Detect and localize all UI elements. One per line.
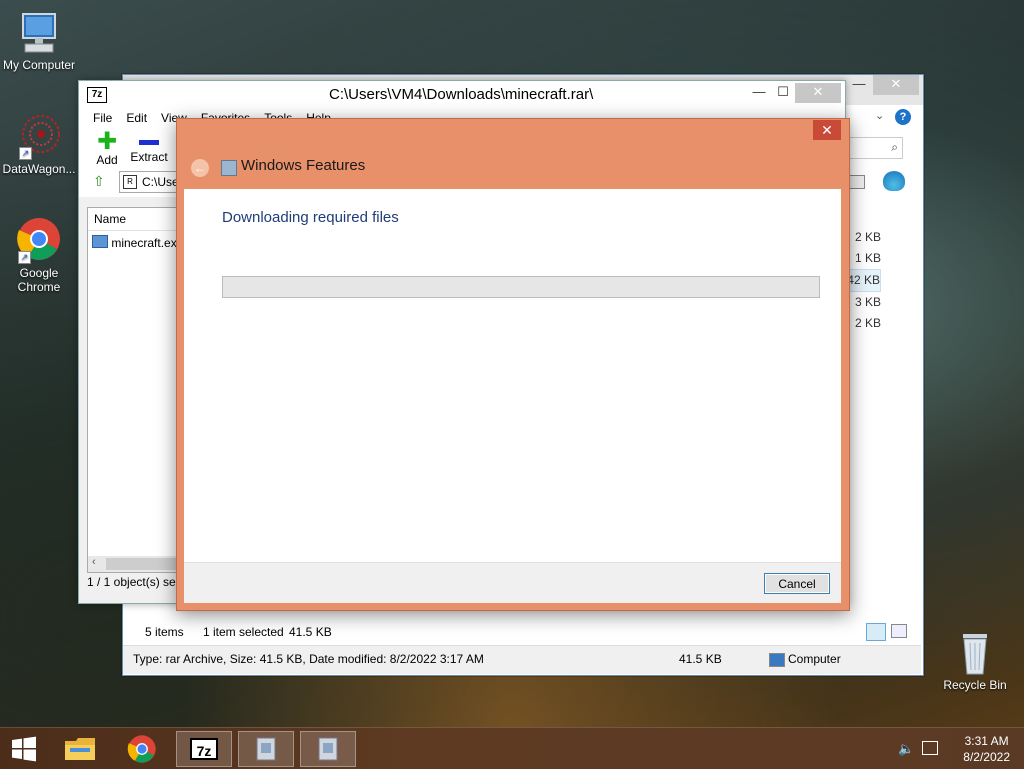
taskbar: 7z 🔈 3:31 AM 8/2/2022 — [0, 727, 1024, 769]
desktop-icon-label: Google Chrome — [17, 266, 61, 294]
dialog-header: ← Windows Features — [177, 141, 849, 189]
tiles-view-button[interactable] — [891, 624, 907, 638]
datawagon-icon: ↗ — [17, 112, 61, 160]
start-button[interactable] — [0, 731, 48, 767]
7zip-file-list[interactable]: Name minecraft.ex ‹ — [87, 207, 187, 573]
selected-size: 41.5 KB — [289, 625, 332, 639]
desktop-icon-label: DataWagon... — [2, 162, 76, 176]
windows-features-icon — [221, 160, 237, 176]
up-folder-icon[interactable]: ⇧ — [93, 173, 109, 189]
selected-count: 1 item selected — [203, 625, 284, 639]
desktop-icon-label: My Computer — [2, 58, 76, 72]
clock-time: 3:31 AM — [964, 734, 1009, 748]
extract-label: Extract — [130, 150, 168, 164]
chevron-down-icon[interactable]: ⌄ — [875, 109, 884, 122]
archive-icon: R — [123, 175, 137, 189]
address-input[interactable]: R C:\Use — [119, 171, 181, 193]
taskbar-7zip[interactable]: 7z — [176, 731, 232, 767]
desktop-icon-recycle-bin[interactable]: Recycle Bin — [937, 630, 1013, 692]
dialog-close-button[interactable]: ✕ — [813, 120, 841, 140]
shell-icon — [883, 171, 905, 191]
add-button[interactable]: ✚ Add — [93, 128, 121, 168]
dialog-body: Downloading required files — [184, 189, 841, 562]
list-item[interactable]: minecraft.ex — [88, 231, 186, 254]
computer-small-icon — [769, 653, 785, 667]
taskbar-setup-1[interactable] — [238, 731, 294, 767]
file-name: minecraft.ex — [111, 236, 177, 250]
download-heading: Downloading required files — [222, 209, 399, 226]
search-icon: ⌕ — [891, 140, 898, 154]
clock-date: 8/2/2022 — [963, 750, 1010, 764]
maximize-button[interactable]: ☐ — [769, 83, 797, 103]
windows-logo-icon — [12, 736, 36, 762]
folder-icon — [65, 738, 95, 760]
chrome-icon — [127, 735, 156, 763]
scroll-left-icon[interactable]: ‹ — [92, 556, 96, 568]
desktop-icon-datawagon[interactable]: ↗ DataWagon... — [1, 112, 77, 176]
recycle-bin-icon — [955, 630, 995, 676]
dialog-footer: Cancel — [184, 562, 841, 603]
scroll-thumb[interactable] — [106, 558, 186, 570]
minus-icon — [139, 140, 159, 145]
close-button[interactable]: ✕ — [873, 75, 919, 95]
taskbar-chrome[interactable] — [114, 731, 170, 767]
7zip-logo-icon: 7z — [87, 87, 107, 103]
items-count: 5 items — [145, 625, 184, 639]
horizontal-scrollbar[interactable]: ‹ — [88, 556, 186, 572]
shortcut-arrow-icon: ↗ — [19, 147, 32, 160]
explorer-status-bar: 5 items 1 item selected 41.5 KB — [123, 621, 921, 645]
menu-file[interactable]: File — [93, 111, 112, 125]
desktop-icon-chrome[interactable]: ↗ Google Chrome — [1, 216, 77, 294]
address-text: C:\Use — [142, 175, 179, 189]
download-progress-bar — [222, 276, 820, 298]
help-icon[interactable]: ? — [895, 109, 911, 125]
shortcut-arrow-icon: ↗ — [18, 251, 31, 264]
back-arrow-icon[interactable]: ← — [191, 159, 209, 177]
taskbar-file-explorer[interactable] — [52, 731, 108, 767]
file-details: Type: rar Archive, Size: 41.5 KB, Date m… — [133, 652, 484, 666]
details-view-button[interactable] — [866, 623, 886, 641]
explorer-details-bar: Type: rar Archive, Size: 41.5 KB, Date m… — [123, 645, 921, 674]
dialog-title: Windows Features — [241, 157, 366, 174]
setup-icon — [256, 737, 276, 761]
details-size: 41.5 KB — [679, 652, 722, 666]
location-label: Computer — [788, 652, 841, 666]
taskbar-clock[interactable]: 3:31 AM 8/2/2022 — [963, 733, 1010, 765]
close-button[interactable]: ✕ — [795, 83, 841, 103]
extract-button[interactable]: Extract — [129, 131, 169, 164]
computer-icon — [17, 10, 61, 56]
volume-muted-icon[interactable]: 🔈 — [898, 741, 914, 757]
taskbar-setup-2[interactable] — [300, 731, 356, 767]
chrome-icon: ↗ — [16, 216, 62, 264]
network-icon[interactable] — [922, 741, 938, 755]
setup-icon — [318, 737, 338, 761]
window-title: C:\Users\VM4\Downloads\minecraft.rar\ — [329, 86, 594, 103]
desktop-icon-label: Recycle Bin — [943, 678, 1007, 692]
column-header-name[interactable]: Name — [88, 208, 186, 231]
7zip-status: 1 / 1 object(s) sel — [87, 575, 179, 589]
plus-icon: ✚ — [96, 128, 118, 155]
search-box[interactable]: ⌕ — [847, 137, 903, 159]
7zip-taskbar-icon: 7z — [190, 738, 218, 760]
7zip-titlebar[interactable]: 7z C:\Users\VM4\Downloads\minecraft.rar\… — [79, 81, 845, 107]
menu-edit[interactable]: Edit — [126, 111, 147, 125]
cancel-button[interactable]: Cancel — [764, 573, 830, 594]
desktop-icon-my-computer[interactable]: My Computer — [1, 10, 77, 72]
add-label: Add — [96, 153, 118, 167]
exe-file-icon — [92, 235, 108, 248]
windows-features-dialog[interactable]: ✕ ← Windows Features Downloading require… — [176, 118, 850, 611]
